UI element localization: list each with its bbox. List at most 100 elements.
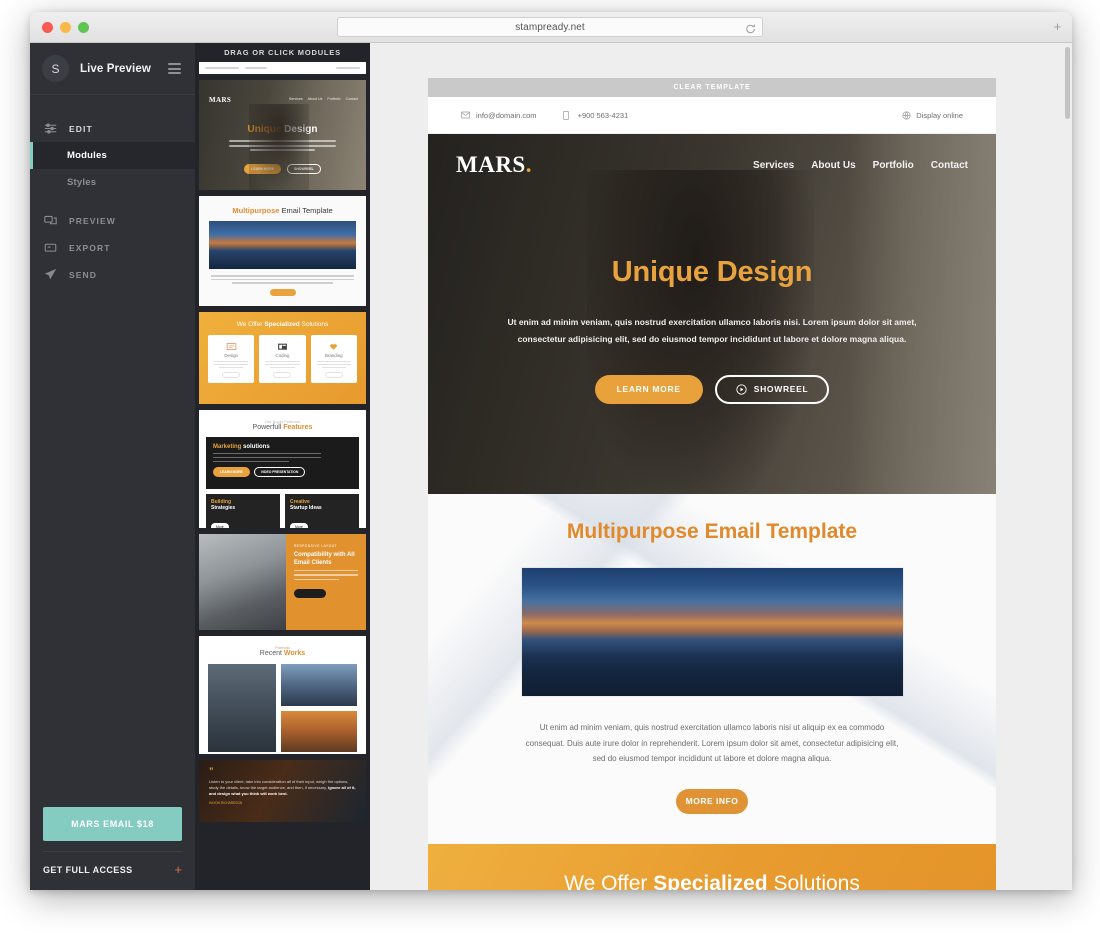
- module-thumbnail-topbar[interactable]: [199, 62, 366, 74]
- thumb-card: Branding: [310, 335, 357, 384]
- thumb-heading-rest: Powerfull: [252, 424, 284, 431]
- hero-buttons: LEARN MORE SHOWREEL: [428, 374, 996, 404]
- brand-logo: MARS.: [456, 152, 532, 178]
- module-thumbnail-hero[interactable]: MARS Services About Us Portfolio Contact…: [199, 80, 366, 190]
- thumb-compatibility: RESPONSIVE LAYOUT Compatibility with All…: [199, 534, 366, 630]
- thumb-card-button: [324, 372, 343, 379]
- specialized-title-c: Solutions: [767, 871, 860, 890]
- brand-logo-text: MARS: [456, 152, 526, 177]
- maximize-window-button[interactable]: [78, 22, 89, 33]
- thumb-card: Design: [208, 335, 255, 384]
- sidebar-item-send[interactable]: SEND: [30, 261, 195, 288]
- envelope-icon: [461, 111, 470, 120]
- hero-paragraph: Ut enim ad minim veniam, quis nostrud ex…: [507, 317, 917, 345]
- module-thumbnail-testimonial[interactable]: ” Listen to your client, take into consi…: [199, 760, 366, 822]
- globe-icon: [902, 110, 911, 120]
- new-tab-button[interactable]: +: [1052, 20, 1063, 33]
- clear-template-button[interactable]: CLEAR TEMPLATE: [428, 78, 996, 97]
- thumb-cards: Design Coding Branding: [199, 328, 366, 384]
- thumb-line: [245, 67, 267, 69]
- screen-icon: [44, 214, 58, 228]
- minimize-window-button[interactable]: [60, 22, 71, 33]
- coding-icon: [262, 340, 302, 350]
- multipurpose-paragraph: Ut enim ad minim veniam, quis nostrud ex…: [525, 723, 899, 764]
- export-icon: [44, 241, 58, 255]
- play-circle-icon: [736, 384, 747, 395]
- thumb-text: RESPONSIVE LAYOUT Compatibility with All…: [285, 534, 366, 630]
- multipurpose-section: Multipurpose Email Template Ut enim ad m…: [428, 494, 996, 844]
- get-full-access-button[interactable]: GET FULL ACCESS +: [43, 851, 182, 876]
- thumb-quote: Listen to your client, take into conside…: [209, 779, 356, 797]
- sidebar-item-export[interactable]: EXPORT: [30, 234, 195, 261]
- thumb-button: [269, 288, 296, 296]
- thumb-paragraph: [229, 140, 336, 151]
- email-preview: CLEAR TEMPLATE info@domain.com +900 563-…: [428, 78, 996, 890]
- thumb-logo: MARS: [209, 96, 232, 104]
- thumb-recent-works: Portfolio Recent Works: [199, 636, 366, 754]
- thumb-card-title-b: Startup Ideas: [290, 505, 322, 511]
- thumb-eyebrow: RESPONSIVE LAYOUT: [293, 544, 337, 548]
- thumb-multipurpose: Multipurpose Email Template: [199, 196, 366, 306]
- address-bar[interactable]: stampready.net: [337, 17, 763, 37]
- reload-icon[interactable]: [745, 22, 756, 34]
- thumb-gallery-column: [280, 664, 357, 752]
- phone-contact[interactable]: +900 563-4231: [562, 110, 629, 120]
- thumb-topbar: [199, 62, 366, 74]
- module-thumbnail-compatibility[interactable]: RESPONSIVE LAYOUT Compatibility with All…: [199, 534, 366, 630]
- email-contact[interactable]: info@domain.com: [461, 111, 537, 120]
- thumb-buttons: LEARN MORE SHOWREEL: [199, 164, 366, 174]
- email-address: info@domain.com: [476, 110, 537, 120]
- thumb-author: HAYDN RICHARDSON: [209, 801, 243, 806]
- preview-canvas[interactable]: CLEAR TEMPLATE info@domain.com +900 563-…: [370, 43, 1072, 890]
- hero-nav-links: Services About Us Portfolio Contact: [753, 160, 968, 171]
- window-controls[interactable]: [42, 22, 89, 33]
- module-thumbnail-recent-works[interactable]: Portfolio Recent Works: [199, 636, 366, 754]
- hamburger-icon[interactable]: [168, 63, 181, 74]
- more-info-button[interactable]: MORE INFO: [676, 788, 748, 814]
- thumb-card-title: Branding: [325, 353, 343, 358]
- email-frame: info@domain.com +900 563-4231 Display on…: [428, 97, 996, 890]
- hero-navbar: MARS. Services About Us Portfolio Contac…: [428, 134, 996, 196]
- thumb-card: Creative Startup Ideas More: [285, 494, 359, 528]
- phone-number: +900 563-4231: [577, 110, 629, 120]
- sidebar-item-styles[interactable]: Styles: [30, 169, 195, 196]
- thumb-heading-accent: Multipurpose: [232, 206, 280, 215]
- nav-link-contact[interactable]: Contact: [931, 160, 968, 171]
- sidebar-item-modules[interactable]: Modules: [30, 142, 195, 169]
- module-thumbnail-features[interactable]: Our Super Features Powerfull Features Ma…: [199, 410, 366, 528]
- showreel-button[interactable]: SHOWREEL: [714, 374, 830, 404]
- thumb-card-button: [222, 372, 241, 379]
- thumb-card-button: More: [211, 523, 229, 528]
- brand-logo-dot: .: [525, 152, 532, 177]
- nav-link-services[interactable]: Services: [753, 160, 794, 171]
- nav-link-portfolio[interactable]: Portfolio: [873, 160, 914, 171]
- sidebar-item-preview[interactable]: PREVIEW: [30, 207, 195, 234]
- thumb-heading-accent: Works: [283, 650, 306, 657]
- canvas-scrollbar[interactable]: [1065, 47, 1070, 119]
- buy-template-button[interactable]: MARS EMAIL $18: [43, 807, 182, 841]
- module-thumbnail-specialized[interactable]: We Offer Specialized Solutions Design Co…: [199, 312, 366, 404]
- plus-icon[interactable]: +: [174, 863, 182, 876]
- multipurpose-title: Multipurpose Email Template: [428, 520, 996, 544]
- thumb-image: [209, 221, 356, 269]
- close-window-button[interactable]: [42, 22, 53, 33]
- browser-titlebar: stampready.net +: [30, 12, 1072, 43]
- email-topbar: info@domain.com +900 563-4231 Display on…: [428, 97, 996, 134]
- specialized-title-b: Specialized: [653, 871, 768, 890]
- nav-link-about-us[interactable]: About Us: [811, 160, 855, 171]
- learn-more-button[interactable]: LEARN MORE: [594, 374, 703, 404]
- thumb-heading-a: We Offer: [236, 321, 265, 328]
- sidebar-item-edit[interactable]: EDIT: [30, 115, 195, 142]
- module-thumbnail-multipurpose[interactable]: Multipurpose Email Template: [199, 196, 366, 306]
- modules-panel[interactable]: DRAG OR CLICK MODULES MARS Services Abou…: [195, 43, 370, 890]
- sidebar-item-label: Modules: [67, 150, 107, 161]
- browser-window: stampready.net + S Live Preview EDIT Mod…: [30, 12, 1072, 890]
- thumb-heading-c: Solutions: [299, 321, 329, 328]
- display-online-link[interactable]: Display online: [902, 111, 963, 120]
- thumb-button: [293, 589, 326, 599]
- thumb-nav-item: About Us: [307, 97, 323, 101]
- thumb-secondary-button: SHOWREEL: [287, 164, 321, 174]
- specialized-section: We Offer Specialized Solutions: [428, 843, 996, 890]
- thumb-feature-title: Marketing solutions: [213, 444, 352, 450]
- sidebar-item-label: PREVIEW: [69, 215, 116, 226]
